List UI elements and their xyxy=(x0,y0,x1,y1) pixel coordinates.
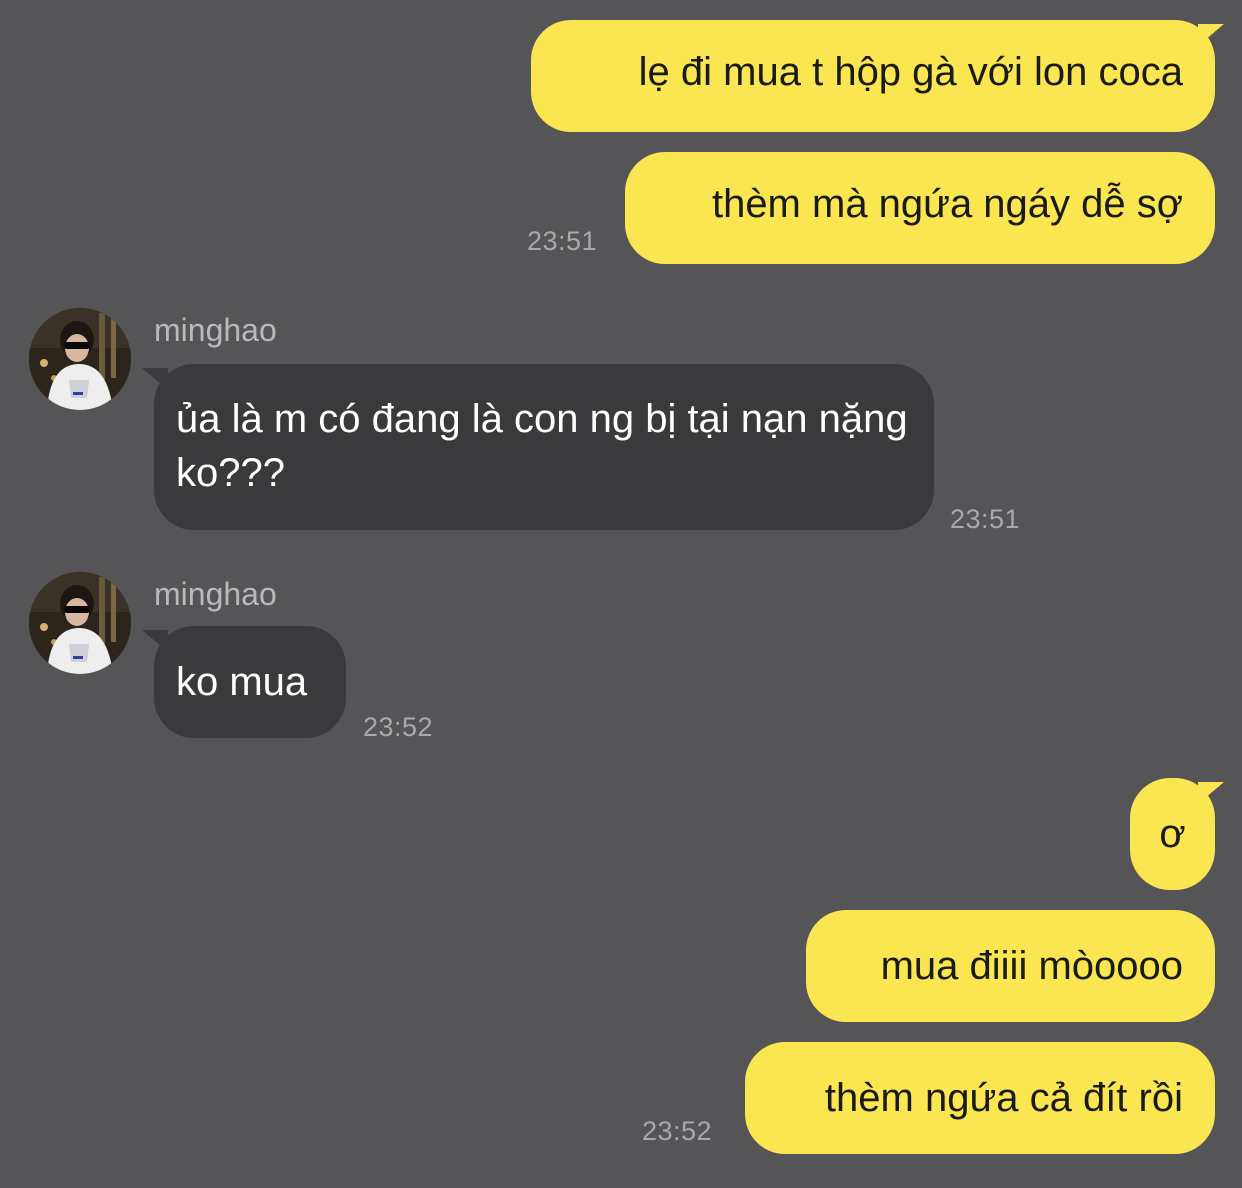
message-text: ko mua xyxy=(176,660,308,704)
bubble-tail xyxy=(1198,782,1224,804)
outgoing-message[interactable]: thèm mà ngứa ngáy dễ sợ xyxy=(625,152,1215,264)
message-text: lẹ đi mua t hộp gà với lon coca xyxy=(638,50,1183,94)
message-text: thèm mà ngứa ngáy dễ sợ xyxy=(711,182,1183,226)
sender-name: minghao xyxy=(154,312,277,348)
message-timestamp: 23:51 xyxy=(527,226,598,256)
message-timestamp: 23:52 xyxy=(642,1116,713,1146)
outgoing-message[interactable]: lẹ đi mua t hộp gà với lon coca xyxy=(531,20,1215,132)
incoming-message[interactable]: ko mua xyxy=(154,626,346,738)
message-text: ủa là m có đang là con ng bị tại nạn nặn… xyxy=(176,397,908,495)
avatar[interactable] xyxy=(29,308,131,410)
incoming-message[interactable]: ủa là m có đang là con ng bị tại nạn nặn… xyxy=(154,364,934,530)
outgoing-message[interactable]: thèm ngứa cả đít rồi xyxy=(745,1042,1215,1154)
outgoing-message[interactable]: mua điiii mòoooo xyxy=(806,910,1215,1022)
message-timestamp: 23:51 xyxy=(950,504,1021,534)
message-text: thèm ngứa cả đít rồi xyxy=(824,1076,1183,1120)
avatar[interactable] xyxy=(29,572,131,674)
avatar-image xyxy=(29,572,131,674)
message-text: mua điiii mòoooo xyxy=(880,944,1183,988)
bubble-tail xyxy=(1198,24,1224,46)
sender-name: minghao xyxy=(154,576,277,612)
avatar-image xyxy=(29,308,131,410)
message-timestamp: 23:52 xyxy=(363,712,434,742)
message-text: ơ xyxy=(1159,812,1186,856)
